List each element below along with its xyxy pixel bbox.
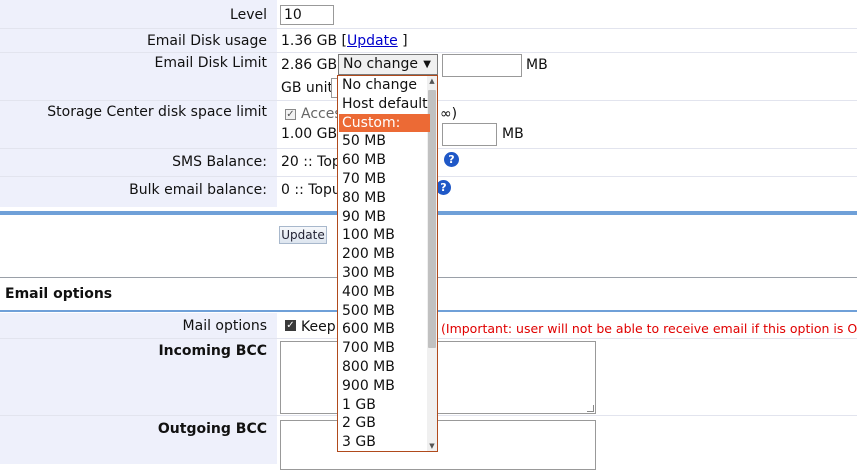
dropdown-option[interactable]: 90 MB — [342, 208, 386, 226]
disk-limit-value: 2.86 GB — [281, 57, 338, 73]
storage-access-text: Acces — [301, 106, 342, 122]
disk-usage-value: 1.36 GB [Update ] — [281, 33, 408, 49]
dropdown-option[interactable]: 3 GB — [342, 433, 376, 451]
disk-usage-update-link[interactable]: Update — [347, 33, 398, 49]
dropdown-option[interactable]: 1 GB — [342, 396, 376, 414]
sms-balance-label: SMS Balance: — [172, 154, 267, 170]
level-label: Level — [230, 7, 267, 23]
dropdown-option[interactable]: 2 GB — [342, 414, 376, 432]
chevron-down-icon: ▼ — [423, 59, 431, 70]
storage-tail-text: ∞) — [440, 106, 458, 122]
storage-limit-value: 1.00 GB — [281, 126, 338, 142]
bracket-close: ] — [402, 33, 408, 49]
disk-limit-label: Email Disk Limit — [154, 55, 267, 71]
mail-options-label: Mail options — [182, 318, 267, 334]
disk-limit-dropdown-list[interactable]: ▲ ▼ No change Host default Custom: 50 MB 60 … — [337, 75, 438, 452]
disk-limit-select[interactable]: No change ▼ — [338, 54, 438, 75]
storage-limit-label: Storage Center disk space limit — [47, 104, 267, 120]
gb-unit-label: GB unit — [281, 80, 334, 96]
label-column-bottom — [0, 313, 277, 464]
dropdown-option[interactable]: 800 MB — [342, 358, 395, 376]
storage-limit-input[interactable] — [442, 123, 497, 146]
scroll-down-icon[interactable]: ▼ — [428, 442, 436, 450]
dropdown-option[interactable]: 80 MB — [342, 189, 386, 207]
dropdown-option[interactable]: 500 MB — [342, 302, 395, 320]
scroll-up-icon[interactable]: ▲ — [428, 77, 436, 85]
dropdown-option[interactable]: Host default — [342, 95, 428, 113]
bulk-balance-label: Bulk email balance: — [129, 182, 267, 198]
disk-usage-amount: 1.36 GB — [281, 33, 338, 49]
bulk-help-icon[interactable]: ? — [436, 180, 451, 195]
dropdown-option[interactable]: 70 MB — [342, 170, 386, 188]
storage-limit-unit: MB — [502, 126, 524, 142]
keep-mail-text: Keep — [301, 319, 336, 335]
dropdown-option[interactable]: Custom: — [339, 113, 430, 132]
dropdown-option[interactable]: 100 MB — [342, 226, 395, 244]
storage-access-checkbox[interactable]: ✓ — [285, 109, 296, 120]
disk-limit-custom-input[interactable] — [442, 54, 522, 77]
disk-usage-label: Email Disk usage — [146, 33, 267, 49]
email-options-title: Email options — [5, 286, 113, 302]
dropdown-option[interactable]: No change — [342, 76, 417, 94]
dropdown-option[interactable]: 50 MB — [342, 132, 386, 150]
dropdown-scrollbar[interactable]: ▲ ▼ — [427, 76, 437, 451]
dropdown-option[interactable]: 200 MB — [342, 245, 395, 263]
level-input[interactable]: 10 — [280, 5, 334, 25]
dropdown-option[interactable]: 60 MB — [342, 151, 386, 169]
row-divider — [0, 28, 857, 29]
resize-grip-icon[interactable] — [587, 405, 594, 412]
sms-help-icon[interactable]: ? — [444, 152, 459, 167]
dropdown-option[interactable]: 600 MB — [342, 320, 395, 338]
incoming-bcc-label: Incoming BCC — [158, 343, 267, 359]
update-button[interactable]: Update — [279, 226, 327, 244]
dropdown-option[interactable]: 300 MB — [342, 264, 395, 282]
row-divider — [0, 52, 857, 53]
disk-limit-select-value: No change — [343, 56, 419, 72]
outgoing-bcc-label: Outgoing BCC — [157, 421, 267, 437]
mail-options-warning: (Important: user will not be able to rec… — [441, 321, 857, 336]
outgoing-bcc-textarea[interactable] — [280, 420, 596, 470]
dropdown-option[interactable]: 400 MB — [342, 283, 395, 301]
disk-limit-unit: MB — [526, 57, 548, 73]
keep-mail-checkbox[interactable]: ✓ — [285, 320, 296, 331]
dropdown-option[interactable]: 900 MB — [342, 377, 395, 395]
dropdown-option[interactable]: 700 MB — [342, 339, 395, 357]
incoming-bcc-textarea[interactable] — [280, 341, 596, 414]
